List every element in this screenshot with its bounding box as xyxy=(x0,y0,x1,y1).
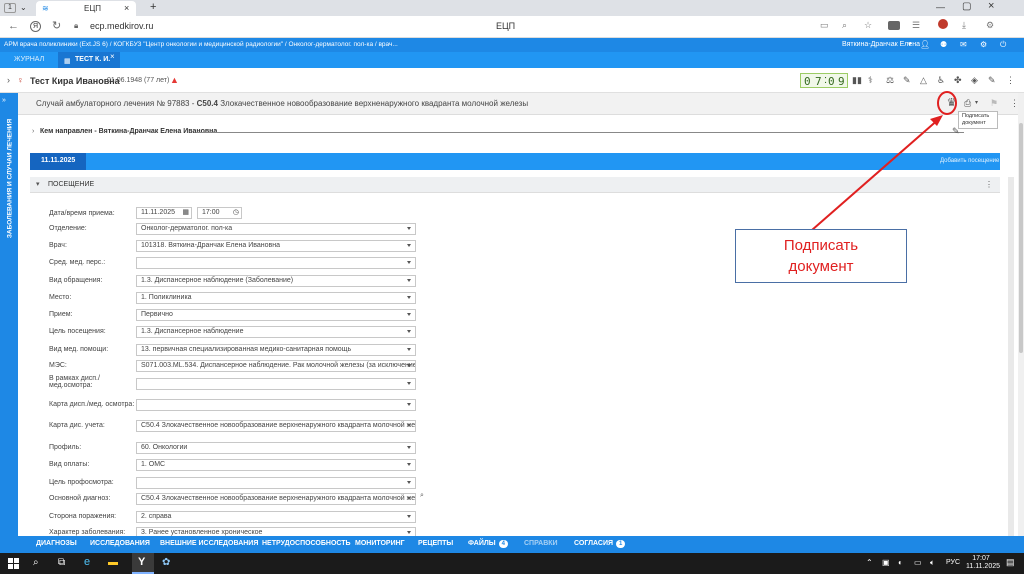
annotation-line: Подписать xyxy=(783,237,859,254)
annotation-line: документ xyxy=(788,258,854,275)
annotation-box: Подписать документ xyxy=(735,229,907,283)
annotation-circle xyxy=(937,91,957,115)
annotation-arrow-line xyxy=(811,117,941,231)
annotation-overlay xyxy=(811,91,957,231)
